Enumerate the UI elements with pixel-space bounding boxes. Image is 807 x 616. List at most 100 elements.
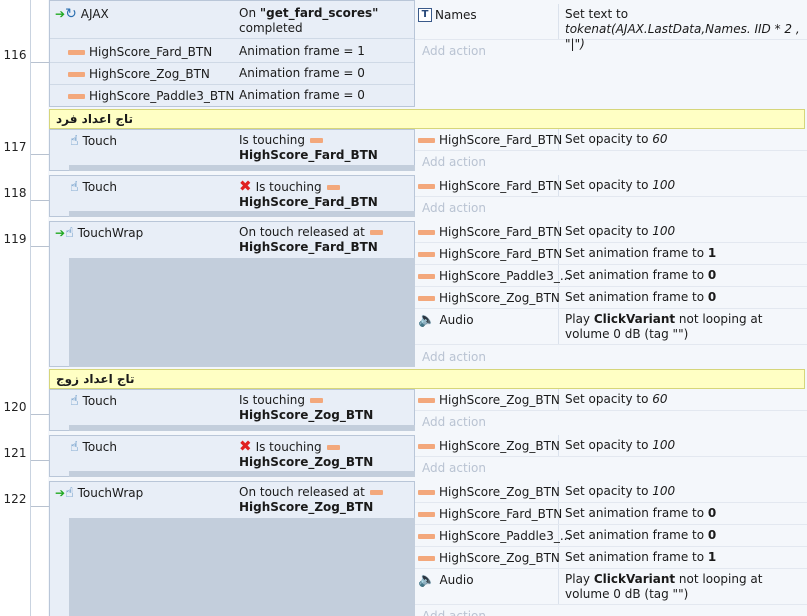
object-name: HighScore_Fard_BTN — [439, 133, 563, 147]
text-part: 0 — [707, 506, 717, 520]
object-name: Audio — [439, 573, 474, 587]
text-part: 1 — [707, 246, 717, 260]
comment-row[interactable]: تاج اعداد فرد — [49, 109, 805, 129]
object-name: Touch — [82, 394, 117, 408]
object-name: HighScore_Zog_BTN — [439, 393, 560, 407]
action-text: Set animation frame to 0 — [565, 290, 716, 305]
event-119[interactable]: ➔ ☝ TouchWrap On touch released at HighScor… — [49, 221, 807, 367]
action-row[interactable]: HighScore_Fard_BTN Set opacity to 60 — [415, 129, 807, 151]
object-name: TouchWrap — [77, 226, 144, 240]
event-body-filler — [69, 165, 415, 171]
event-118[interactable]: ☝ Touch ✖ Is touching HighScore_Fard_BTN Hi… — [49, 175, 807, 219]
sprite-icon — [418, 273, 435, 279]
comment-row[interactable]: تاج اعداد زوج — [49, 369, 805, 389]
condition-block[interactable]: ☝ Touch Is touching HighScore_Zog_BTN — [49, 389, 415, 431]
condition-text: On touch released at HighScore_Fard_BTN — [239, 225, 383, 255]
line-number: 118 — [3, 186, 27, 200]
add-action-link[interactable]: Add action — [422, 153, 486, 171]
object-name: HighScore_Fard_BTN — [439, 247, 563, 261]
add-action-link[interactable]: Add action — [422, 607, 486, 616]
condition-object: ☝ Touch — [70, 393, 117, 409]
action-text: Play ClickVariant not looping at volume … — [565, 312, 805, 342]
event-120[interactable]: ☝ Touch Is touching HighScore_Zog_BTN High… — [49, 389, 807, 433]
condition-row[interactable]: HighScore_Paddle3_BTN Animation frame = … — [50, 85, 414, 107]
line-number: 121 — [3, 446, 27, 460]
action-row[interactable]: T Names Set text to tokenat(AJAX.LastData… — [415, 4, 807, 51]
text-part: Set text to — [565, 7, 629, 21]
object-name: Touch — [82, 134, 117, 148]
condition-block[interactable]: ➔ ↻ AJAX On "get_fard_scores" completed H… — [49, 0, 415, 107]
event-116[interactable]: ➔ ↻ AJAX On "get_fard_scores" completed H… — [49, 0, 807, 108]
text-part: Is touching — [255, 180, 322, 194]
event-117[interactable]: ☝ Touch Is touching HighScore_Fard_BTN Hig… — [49, 129, 807, 173]
action-row[interactable]: HighScore_Zog_BTN Set opacity to 60 — [415, 389, 807, 411]
sprite-icon — [326, 445, 340, 450]
trigger-arrow-icon: ➔ — [55, 7, 66, 21]
object-name: Names — [435, 8, 477, 22]
action-text: Set opacity to 100 — [565, 484, 675, 499]
action-row[interactable]: HighScore_Fard_BTN Set opacity to 100 — [415, 175, 807, 197]
action-row[interactable]: HighScore_Zog_BTN Set animation frame to… — [415, 547, 807, 569]
add-action-link[interactable]: Add action — [422, 413, 486, 431]
condition-text: Is touching HighScore_Fard_BTN — [239, 133, 378, 163]
text-part: HighScore_Zog_BTN — [239, 500, 374, 514]
action-object: T Names — [418, 7, 477, 23]
text-part: Set opacity to — [565, 132, 653, 146]
sprite-icon — [369, 490, 383, 495]
tree-connector — [31, 154, 49, 155]
action-row[interactable]: HighScore_Zog_BTN Set opacity to 100 — [415, 481, 807, 503]
condition-block[interactable]: ➔ ☝ TouchWrap On touch released at HighScor… — [49, 221, 415, 367]
text-part: tokenat(AJAX.LastData,Names. IID * 2 , "… — [565, 22, 800, 51]
action-object: HighScore_Fard_BTN — [418, 178, 562, 194]
line-number: 117 — [3, 140, 27, 154]
object-name: HighScore_Zog_BTN — [439, 439, 560, 453]
action-object: HighScore_Fard_BTN — [418, 246, 562, 262]
invert-x-icon: ✖ — [239, 437, 252, 455]
column-divider — [558, 4, 559, 39]
condition-row[interactable]: HighScore_Zog_BTN Animation frame = 0 — [50, 63, 414, 85]
condition-block[interactable]: ☝ Touch ✖ Is touching HighScore_Fard_BTN — [49, 175, 415, 217]
action-object: 🔈 Audio — [418, 572, 474, 588]
condition-ajax[interactable]: ➔ ↻ AJAX On "get_fard_scores" completed — [50, 3, 414, 39]
action-row[interactable]: HighScore_Zog_BTN Set opacity to 100 — [415, 435, 807, 457]
object-name: HighScore_Zog_BTN — [439, 485, 560, 499]
speaker-icon: 🔈 — [418, 312, 436, 328]
text-part: On touch released at — [239, 225, 365, 239]
action-row[interactable]: HighScore_Paddle3_... Set animation fram… — [415, 265, 807, 287]
action-row[interactable]: HighScore_Fard_BTN Set animation frame t… — [415, 243, 807, 265]
action-block: HighScore_Zog_BTN Set opacity to 100 Add… — [415, 435, 807, 479]
condition-block[interactable]: ☝ Touch ✖ Is touching HighScore_Zog_BTN — [49, 435, 415, 477]
event-121[interactable]: ☝ Touch ✖ Is touching HighScore_Zog_BTN Hig… — [49, 435, 807, 479]
action-row[interactable]: HighScore_Fard_BTN Set animation frame t… — [415, 503, 807, 525]
add-action-link[interactable]: Add action — [422, 42, 486, 60]
text-part: 1 — [707, 550, 717, 564]
condition-row[interactable]: HighScore_Fard_BTN Animation frame = 1 — [50, 41, 414, 63]
action-object: HighScore_Zog_BTN — [418, 392, 560, 408]
add-action-link[interactable]: Add action — [422, 348, 486, 366]
object-name: HighScore_Fard_BTN — [439, 507, 563, 521]
action-block: HighScore_Fard_BTN Set opacity to 60 Add… — [415, 129, 807, 173]
object-name: HighScore_Paddle3_BTN — [89, 89, 235, 103]
condition-block[interactable]: ☝ Touch Is touching HighScore_Fard_BTN — [49, 129, 415, 171]
object-name: TouchWrap — [77, 486, 144, 500]
action-text: Set animation frame to 1 — [565, 550, 716, 565]
text-part: On — [239, 6, 260, 20]
action-row[interactable]: HighScore_Fard_BTN Set opacity to 100 — [415, 221, 807, 243]
action-row[interactable]: 🔈 Audio Play ClickVariant not looping at … — [415, 569, 807, 605]
text-object-icon: T — [418, 8, 432, 22]
action-object: HighScore_Paddle3_... — [418, 268, 571, 284]
text-part: HighScore_Fard_BTN — [239, 148, 378, 162]
action-row[interactable]: HighScore_Paddle3_... Set animation fram… — [415, 525, 807, 547]
add-action-link[interactable]: Add action — [422, 199, 486, 217]
condition-text: Animation frame = 0 — [239, 88, 365, 102]
action-row[interactable]: HighScore_Zog_BTN Set animation frame to… — [415, 287, 807, 309]
event-122[interactable]: ➔ ☝ TouchWrap On touch released at HighScor… — [49, 481, 807, 616]
action-object: 🔈 Audio — [418, 312, 474, 328]
condition-block[interactable]: ➔ ☝ TouchWrap On touch released at HighScor… — [49, 481, 415, 616]
add-action-link[interactable]: Add action — [422, 459, 486, 477]
action-row[interactable]: 🔈 Audio Play ClickVariant not looping at … — [415, 309, 807, 345]
text-part: 0 — [707, 290, 717, 304]
condition-object: ➔ ☝ TouchWrap — [55, 485, 143, 501]
text-part: 0 — [707, 528, 717, 542]
sprite-icon — [310, 138, 324, 143]
